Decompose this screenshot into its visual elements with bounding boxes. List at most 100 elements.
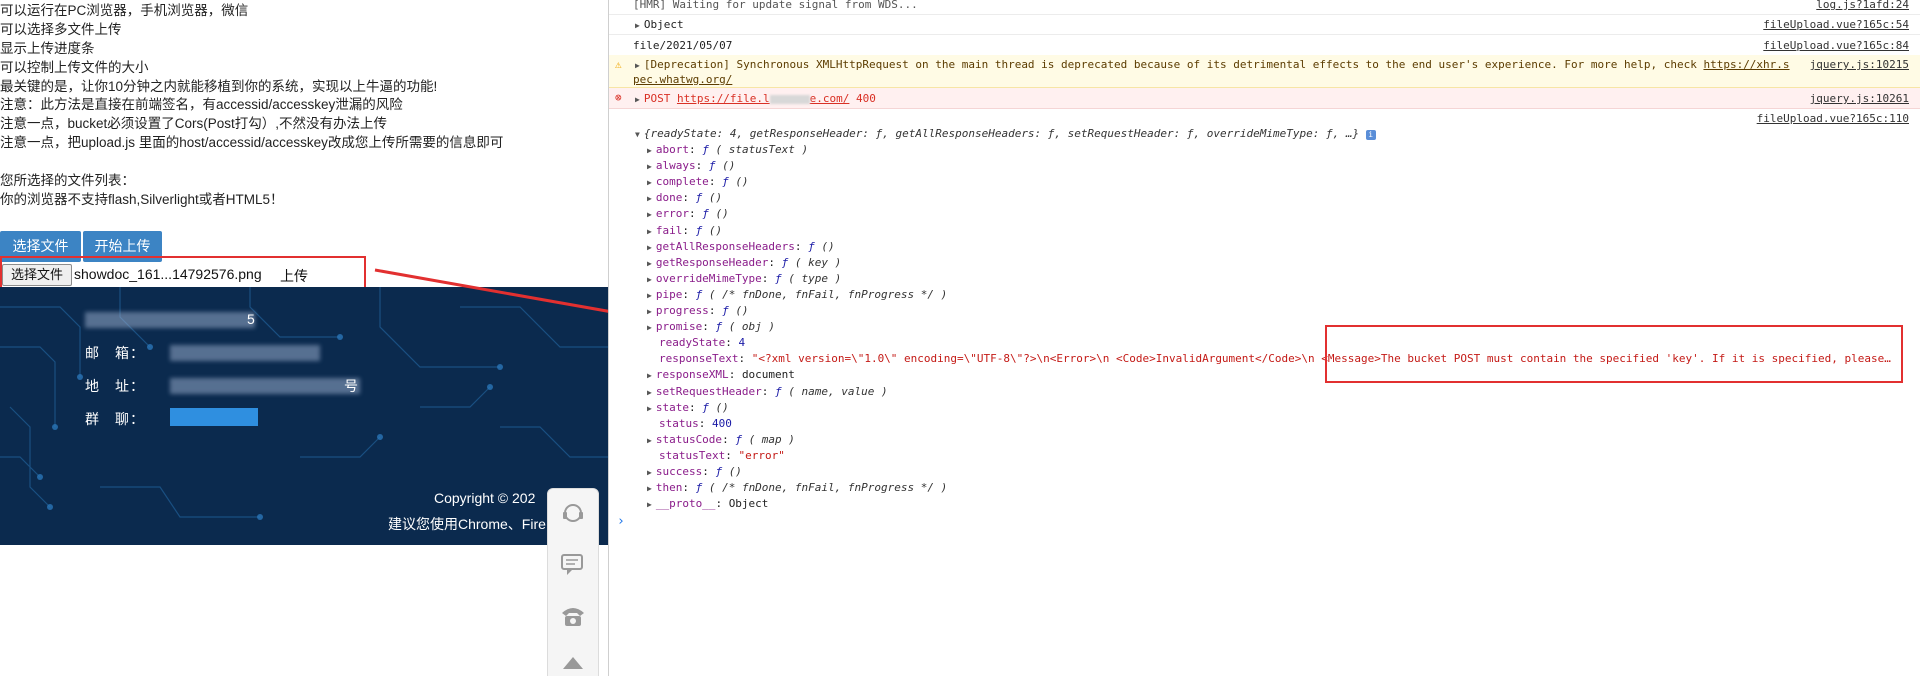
expand-triangle-icon[interactable]: ▶ xyxy=(647,468,652,477)
function-signature: () xyxy=(708,223,723,237)
expand-triangle-icon[interactable]: ▶ xyxy=(635,95,640,104)
warning-icon: ⚠ xyxy=(615,58,622,71)
redacted-url xyxy=(769,94,810,104)
console-prompt[interactable]: › xyxy=(617,514,625,529)
expand-triangle-icon[interactable]: ▶ xyxy=(647,243,652,252)
property-getAllResponseHeaders[interactable]: ▶ getAllResponseHeaders: ƒ () xyxy=(647,240,835,253)
console-row-deprecation-warning: ⚠ ▶ [Deprecation] Synchronous XMLHttpRequ… xyxy=(609,55,1920,88)
property-fail[interactable]: ▶ fail: ƒ () xyxy=(647,224,722,237)
expand-triangle-icon[interactable]: ▶ xyxy=(647,484,652,493)
object-summary[interactable]: ▼ {readyState: 4, getResponseHeader: ƒ, g… xyxy=(635,127,1376,140)
function-signature: ( /* fnDone, fnFail, fnProgress */ ) xyxy=(708,481,948,495)
function-signature: () xyxy=(735,304,749,317)
property-value: "error" xyxy=(738,448,785,462)
property-key: state xyxy=(655,400,689,414)
expand-triangle-icon[interactable]: ▶ xyxy=(647,291,652,300)
source-link[interactable]: jquery.js:10261 xyxy=(1810,92,1909,105)
property-getResponseHeader[interactable]: ▶ getResponseHeader: ƒ ( key ) xyxy=(647,256,841,269)
source-link[interactable]: fileUpload.vue?165c:84 xyxy=(1763,39,1909,52)
expand-triangle-icon[interactable]: ▶ xyxy=(647,178,652,187)
property-key: responseXML xyxy=(655,368,729,382)
property-statusText[interactable]: statusText: "error" xyxy=(647,449,785,462)
property-key: done xyxy=(655,191,683,205)
property-then[interactable]: ▶ then: ƒ ( /* fnDone, fnFail, fnProgress… xyxy=(647,481,947,494)
expand-triangle-icon[interactable]: ▶ xyxy=(647,162,652,171)
function-glyph: ƒ xyxy=(702,143,716,156)
console-row-xhr-source: fileUpload.vue?165c:110 xyxy=(609,109,1920,127)
property-key: success xyxy=(655,465,703,478)
source-link[interactable]: fileUpload.vue?165c:54 xyxy=(1763,18,1909,31)
function-glyph: ƒ xyxy=(722,175,736,189)
function-glyph: ƒ xyxy=(722,304,736,317)
collapse-triangle-icon[interactable]: ▼ xyxy=(635,130,640,139)
property-key: statusText xyxy=(659,448,726,462)
property-promise[interactable]: ▶ promise: ƒ ( obj ) xyxy=(647,320,775,333)
function-glyph: ƒ xyxy=(695,223,709,237)
property-progress[interactable]: ▶ progress: ƒ () xyxy=(647,304,749,317)
function-signature: ( name, value ) xyxy=(788,384,888,398)
function-glyph: ƒ xyxy=(781,255,795,269)
property-readyState[interactable]: readyState: 4 xyxy=(647,336,745,349)
property-overrideMimeType[interactable]: ▶ overrideMimeType: ƒ ( type ) xyxy=(647,272,841,285)
expand-triangle-icon[interactable]: ▶ xyxy=(647,275,652,284)
function-signature: ( type ) xyxy=(788,271,842,285)
expand-triangle-icon[interactable]: ▶ xyxy=(647,500,652,509)
property-proto[interactable]: ▶ __proto__: Object xyxy=(647,497,768,510)
expand-triangle-icon[interactable]: ▶ xyxy=(635,21,640,30)
property-statusCode[interactable]: ▶ statusCode: ƒ ( map ) xyxy=(647,433,795,446)
function-glyph: ƒ xyxy=(808,239,822,253)
property-key: progress xyxy=(655,304,709,317)
expand-triangle-icon[interactable]: ▶ xyxy=(647,388,652,397)
function-signature: () xyxy=(708,191,723,205)
function-signature: () xyxy=(821,239,835,253)
property-value: Object xyxy=(728,497,769,511)
expand-triangle-icon[interactable]: ▶ xyxy=(647,194,652,203)
property-status[interactable]: status: 400 xyxy=(647,417,732,430)
expand-triangle-icon[interactable]: ▶ xyxy=(647,307,652,316)
property-pipe[interactable]: ▶ pipe: ƒ ( /* fnDone, fnFail, fnProgress… xyxy=(647,288,947,301)
console-row-path: file/2021/05/07 fileUpload.vue?165c:84 xyxy=(609,35,1920,56)
function-glyph: ƒ xyxy=(695,191,709,205)
error-icon: ⊗ xyxy=(615,91,622,104)
property-key: readyState xyxy=(659,336,726,350)
property-setRequestHeader[interactable]: ▶ setRequestHeader: ƒ ( name, value ) xyxy=(647,385,888,398)
function-signature: () xyxy=(722,159,736,173)
expand-triangle-icon[interactable]: ▶ xyxy=(647,371,652,380)
function-glyph: ƒ xyxy=(695,481,709,495)
property-always[interactable]: ▶ always: ƒ () xyxy=(647,159,735,172)
source-link[interactable]: jquery.js:10215 xyxy=(1810,58,1909,71)
property-key: fail xyxy=(655,223,683,237)
property-error[interactable]: ▶ error: ƒ () xyxy=(647,207,729,220)
property-key: __proto__ xyxy=(655,497,716,511)
expand-triangle-icon[interactable]: ▶ xyxy=(647,210,652,219)
property-value: 4 xyxy=(738,336,746,350)
property-key: error xyxy=(655,207,689,221)
source-link[interactable]: fileUpload.vue?165c:110 xyxy=(1757,112,1909,125)
function-glyph: ƒ xyxy=(715,465,729,478)
property-state[interactable]: ▶ state: ƒ () xyxy=(647,401,729,414)
console-row-object: ▶ Object fileUpload.vue?165c:54 xyxy=(609,14,1920,35)
property-key: always xyxy=(655,159,696,173)
warning-link-continued[interactable]: pec.whatwg.org/ xyxy=(633,73,732,86)
property-complete[interactable]: ▶ complete: ƒ () xyxy=(647,175,749,188)
property-value: 400 xyxy=(712,416,732,430)
function-glyph: ƒ xyxy=(775,271,789,285)
property-key: pipe xyxy=(655,287,683,301)
expand-triangle-icon[interactable]: ▶ xyxy=(647,259,652,268)
expand-triangle-icon[interactable]: ▶ xyxy=(647,146,652,155)
expand-triangle-icon[interactable]: ▶ xyxy=(647,436,652,445)
property-success[interactable]: ▶ success: ƒ () xyxy=(647,465,742,478)
source-link[interactable]: log.js?1afd:24 xyxy=(1816,0,1909,11)
expand-triangle-icon[interactable]: ▶ xyxy=(647,404,652,413)
property-responseXML[interactable]: ▶ responseXML: document xyxy=(647,368,795,381)
property-done[interactable]: ▶ done: ƒ () xyxy=(647,191,722,204)
request-url[interactable]: https://file.l e.com/ xyxy=(677,92,849,105)
expand-triangle-icon[interactable]: ▶ xyxy=(647,323,652,332)
warning-link[interactable]: https://xhr.s xyxy=(1703,58,1789,71)
property-abort[interactable]: ▶ abort: ƒ ( statusText ) xyxy=(647,143,808,156)
property-key: complete xyxy=(655,175,709,189)
function-glyph: ƒ xyxy=(775,384,789,398)
function-signature: () xyxy=(715,207,729,221)
expand-triangle-icon[interactable]: ▶ xyxy=(635,61,640,70)
expand-triangle-icon[interactable]: ▶ xyxy=(647,227,652,236)
